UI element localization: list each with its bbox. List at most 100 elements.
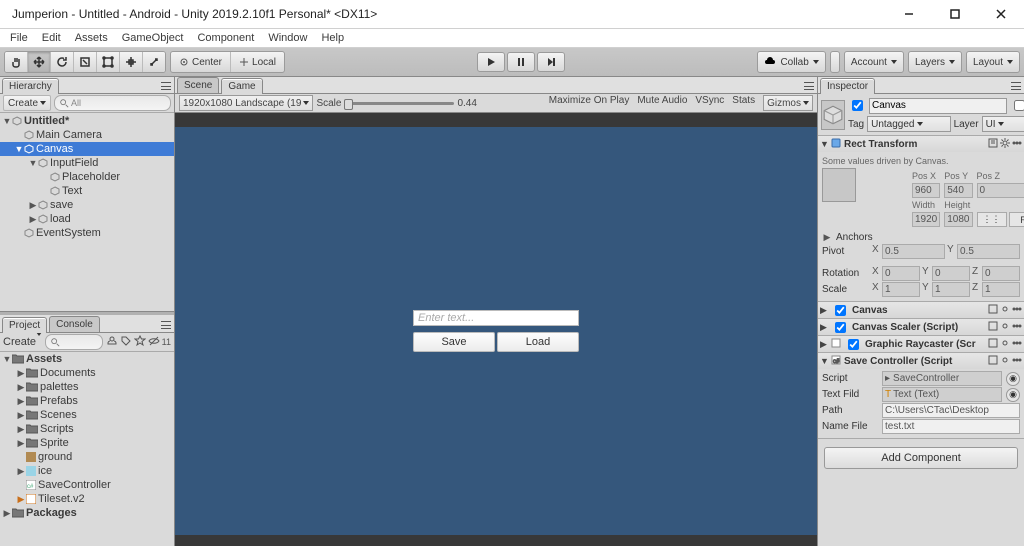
tag-dropdown[interactable]: Untagged (867, 116, 950, 132)
mute-audio-toggle[interactable]: Mute Audio (637, 95, 687, 111)
window-min-button[interactable] (886, 0, 932, 28)
scale-slider[interactable] (344, 102, 454, 105)
raw-edit-button[interactable]: R (1009, 212, 1024, 227)
custom-tool-button[interactable] (143, 52, 165, 72)
tab-scene[interactable]: Scene (177, 77, 219, 93)
project-folder-documents[interactable]: ▶Documents (0, 366, 174, 380)
hierarchy-item-inputfield[interactable]: ▼InputField (0, 156, 174, 170)
menu-window[interactable]: Window (261, 31, 314, 45)
hierarchy-item-canvas[interactable]: ▼Canvas (0, 142, 174, 156)
hierarchy-item-maincamera[interactable]: Main Camera (0, 128, 174, 142)
scale-z[interactable]: 1 (982, 282, 1020, 297)
component-help-icon[interactable] (988, 321, 998, 334)
project-folder-sprite[interactable]: ▶Sprite (0, 436, 174, 450)
hierarchy-options-button[interactable] (158, 79, 174, 93)
tab-inspector[interactable]: Inspector (820, 78, 875, 94)
transform-tool-button[interactable] (120, 52, 143, 72)
resolution-dropdown[interactable]: 1920x1080 Landscape (19 (179, 95, 313, 111)
game-options-button[interactable] (801, 79, 817, 93)
scene-row[interactable]: ▼Untitled* (0, 114, 174, 128)
game-view[interactable]: Enter text... Save Load (175, 113, 817, 546)
blueprint-mode-button[interactable]: ⋮⋮ (977, 212, 1007, 227)
inspector-options-button[interactable] (1008, 79, 1024, 93)
hierarchy-item-load[interactable]: ▶load (0, 212, 174, 226)
component-help-icon[interactable] (988, 355, 998, 368)
vsync-toggle[interactable]: VSync (695, 95, 724, 111)
canvas-foldout[interactable]: ▶ (820, 305, 828, 316)
component-settings-icon[interactable] (1000, 138, 1010, 151)
project-item-ground[interactable]: ground (0, 450, 174, 464)
script-field[interactable]: ▸SaveController (882, 371, 1002, 386)
window-close-button[interactable] (978, 0, 1024, 28)
scale-tool-button[interactable] (74, 52, 97, 72)
component-menu-icon[interactable] (1012, 138, 1022, 151)
game-input-field[interactable]: Enter text... (413, 310, 579, 326)
add-component-button[interactable]: Add Component (824, 447, 1018, 469)
canvas-enable-checkbox[interactable] (835, 305, 846, 316)
component-menu-icon[interactable] (1012, 304, 1022, 317)
hierarchy-item-text[interactable]: Text (0, 184, 174, 198)
step-button[interactable] (537, 52, 565, 72)
project-options-button[interactable] (158, 318, 174, 332)
game-save-button[interactable]: Save (413, 332, 495, 352)
component-help-icon[interactable] (988, 138, 998, 151)
save-search-icon[interactable] (134, 335, 146, 349)
static-checkbox[interactable] (1014, 100, 1024, 111)
tab-console[interactable]: Console (49, 316, 100, 332)
project-item-ice[interactable]: ▶ice (0, 464, 174, 478)
component-settings-icon[interactable] (1000, 338, 1010, 351)
stats-toggle[interactable]: Stats (732, 95, 755, 111)
rect-transform-foldout[interactable]: ▼ (820, 139, 828, 149)
move-tool-button[interactable] (28, 52, 51, 72)
menu-assets[interactable]: Assets (68, 31, 115, 45)
hierarchy-item-eventsystem[interactable]: EventSystem (0, 226, 174, 240)
account-dropdown[interactable]: Account (844, 51, 904, 73)
component-settings-icon[interactable] (1000, 321, 1010, 334)
gameobject-icon[interactable] (821, 100, 845, 130)
component-settings-icon[interactable] (1000, 304, 1010, 317)
rotate-tool-button[interactable] (51, 52, 74, 72)
menu-help[interactable]: Help (314, 31, 351, 45)
scaler-enable-checkbox[interactable] (835, 322, 846, 333)
hierarchy-search-input[interactable]: All (54, 95, 171, 111)
project-folder-scenes[interactable]: ▶Scenes (0, 408, 174, 422)
hidden-package-icon[interactable] (148, 335, 160, 349)
hierarchy-item-save[interactable]: ▶save (0, 198, 174, 212)
project-folder-prefabs[interactable]: ▶Prefabs (0, 394, 174, 408)
anchor-preset-button[interactable] (822, 168, 856, 202)
rot-x[interactable]: 0 (882, 266, 920, 281)
height-field[interactable]: 1080 (944, 212, 972, 227)
component-help-icon[interactable] (988, 304, 998, 317)
posx-field[interactable]: 960 (912, 183, 940, 198)
component-menu-icon[interactable] (1012, 338, 1022, 351)
window-max-button[interactable] (932, 0, 978, 28)
pivot-y[interactable]: 0.5 (957, 244, 1020, 259)
active-toggle[interactable] (852, 100, 863, 111)
menu-gameobject[interactable]: GameObject (115, 31, 191, 45)
rot-y[interactable]: 0 (932, 266, 970, 281)
game-load-button[interactable]: Load (497, 332, 579, 352)
gizmos-dropdown[interactable]: Gizmos (763, 95, 813, 111)
play-button[interactable] (477, 52, 505, 72)
scale-x[interactable]: 1 (882, 282, 920, 297)
gameobject-name-input[interactable] (869, 98, 1007, 114)
hand-tool-button[interactable] (5, 52, 28, 72)
menu-component[interactable]: Component (190, 31, 261, 45)
filter-by-label-icon[interactable] (120, 335, 132, 349)
path-field[interactable]: C:\Users\CTac\Desktop (882, 403, 1020, 418)
cloud-button[interactable] (830, 51, 840, 73)
width-field[interactable]: 1920 (912, 212, 940, 227)
anchors-foldout[interactable]: ▶ (822, 232, 832, 243)
project-folder-scripts[interactable]: ▶Scripts (0, 422, 174, 436)
tab-project[interactable]: Project (2, 317, 47, 333)
hierarchy-item-placeholder[interactable]: Placeholder (0, 170, 174, 184)
raycaster-foldout[interactable]: ▶ (820, 339, 828, 350)
collab-dropdown[interactable]: Collab (757, 51, 825, 73)
posz-field[interactable]: 0 (977, 183, 1024, 198)
project-create-dropdown[interactable]: Create (3, 336, 42, 348)
hierarchy-create-dropdown[interactable]: Create (3, 95, 51, 111)
savectrl-foldout[interactable]: ▼ (820, 356, 828, 366)
project-search-input[interactable] (45, 334, 103, 350)
layer-dropdown[interactable]: UI (982, 116, 1024, 132)
layout-dropdown[interactable]: Layout (966, 51, 1020, 73)
